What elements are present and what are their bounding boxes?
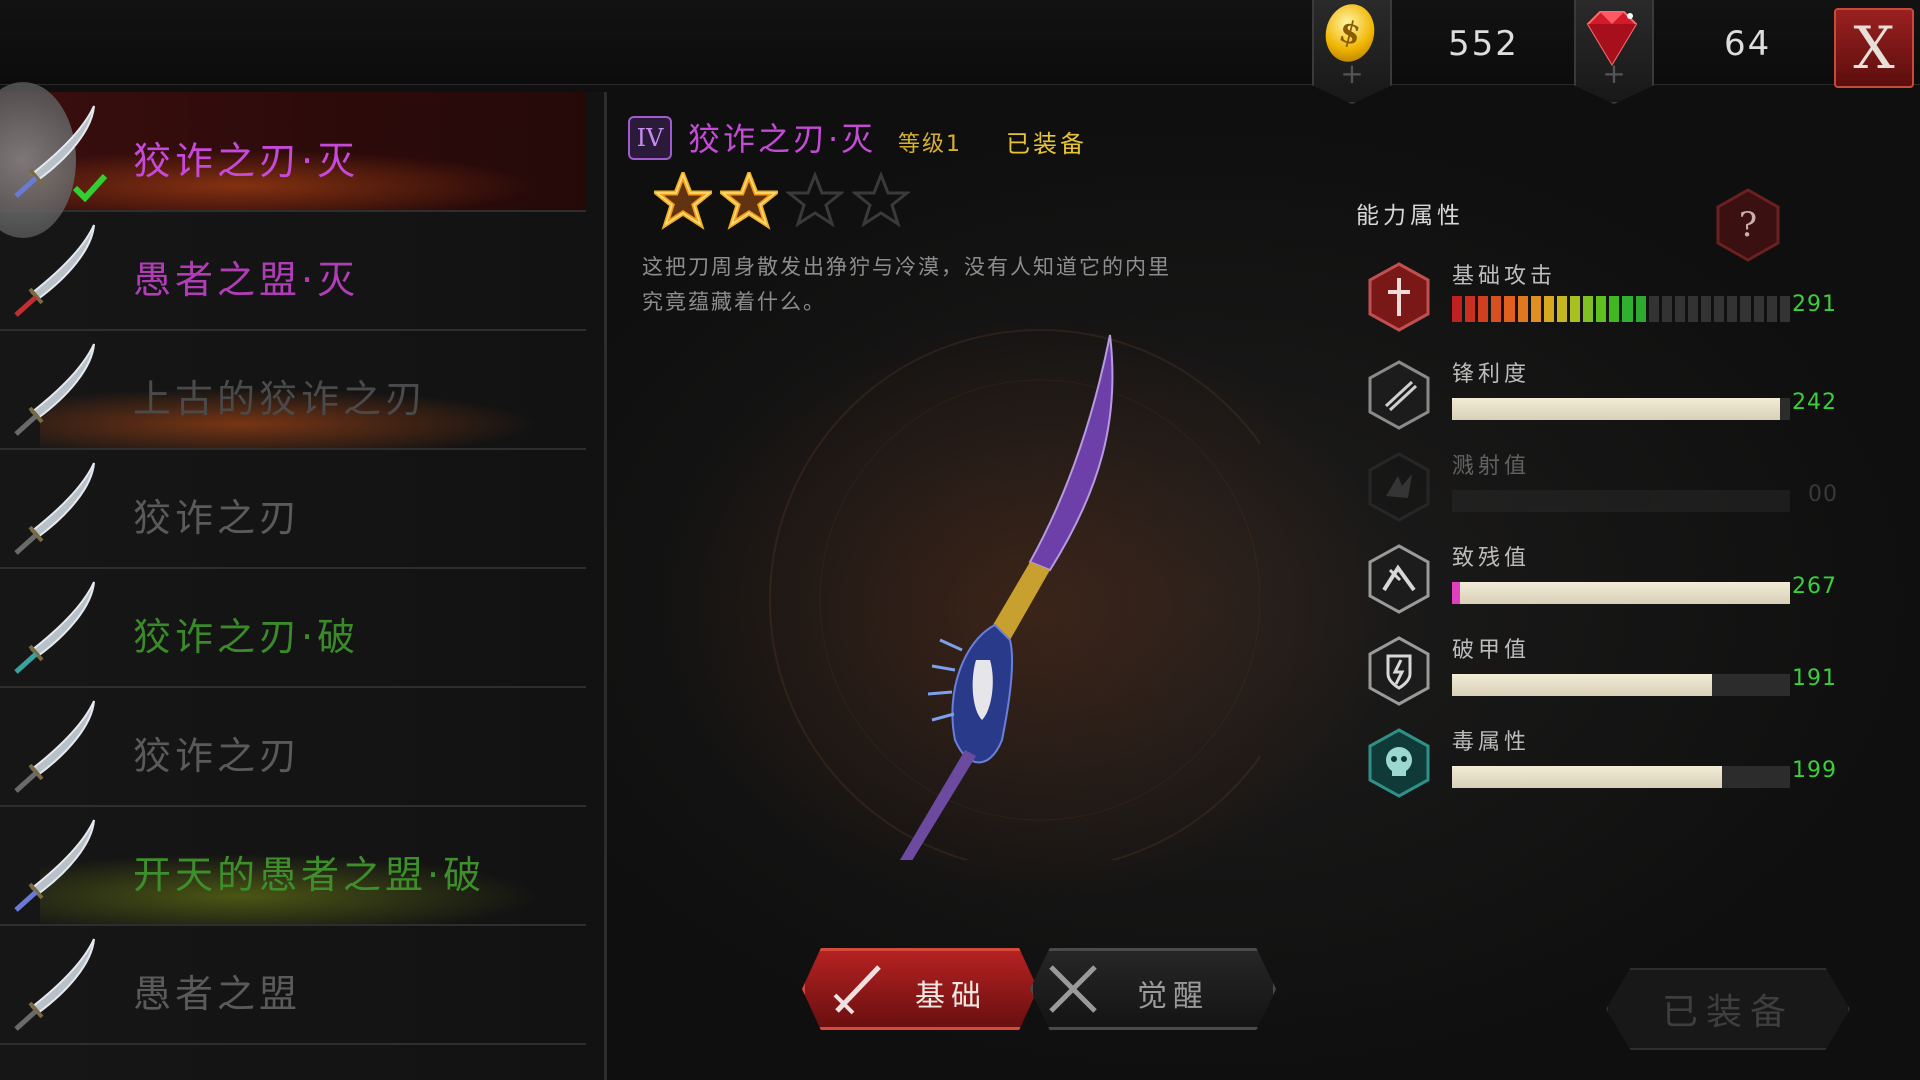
weapon-title: 狡诈之刃·灭 <box>688 120 877 158</box>
stat-row: 致残值 267 <box>1368 544 1848 624</box>
plus-icon: + <box>1340 57 1364 90</box>
weapon-name: 愚者之盟·灭 <box>133 258 360 302</box>
stat-bar <box>1452 296 1790 322</box>
stat-label: 溅射值 <box>1452 454 1531 479</box>
stat-bar <box>1452 398 1790 420</box>
stat-bar-fill <box>1452 582 1790 604</box>
weapon-name: 狡诈之刃·破 <box>133 615 360 659</box>
weapon-icon <box>8 695 108 795</box>
stat-bar-fill <box>1452 398 1780 420</box>
weapon-icon <box>8 338 108 438</box>
weapon-icon <box>8 457 108 557</box>
star-filled-icon <box>720 172 778 230</box>
weapon-icon <box>8 933 108 1033</box>
tier-badge: IV <box>628 116 672 160</box>
cripple-icon <box>1368 544 1430 614</box>
gold-amount: 552 <box>1448 24 1519 64</box>
ruby-gem-icon <box>1586 11 1638 66</box>
stat-row: 溅射值 00 <box>1368 452 1848 532</box>
stat-row: 破甲值 191 <box>1368 636 1848 716</box>
weapon-name: 狡诈之刃·灭 <box>133 139 360 183</box>
stat-bar-fill <box>1452 766 1723 788</box>
poison-icon <box>1368 728 1430 798</box>
help-symbol: ? <box>1739 205 1757 245</box>
stat-value: 291 <box>1792 292 1837 317</box>
stat-label: 基础攻击 <box>1452 264 1557 289</box>
weapon-name: 狡诈之刃 <box>133 734 302 778</box>
weapon-list-item[interactable]: 狡诈之刃·灭 <box>0 82 586 238</box>
stat-row: 基础攻击 291 <box>1368 262 1848 342</box>
crossed-swords-icon <box>1049 965 1097 1013</box>
equip-button[interactable]: 已装备 <box>1606 968 1850 1050</box>
stat-value: 242 <box>1792 390 1837 415</box>
weapon-icon <box>8 219 108 319</box>
help-icon[interactable]: ? <box>1716 188 1780 262</box>
weapon-artwork <box>769 329 1260 860</box>
stat-value: 191 <box>1792 666 1837 691</box>
weapon-list-item[interactable]: 上古的狡诈之刃 <box>0 330 586 450</box>
stat-value: 00 <box>1808 482 1838 507</box>
tab-basic-label: 基础 <box>915 979 987 1014</box>
description-line-1: 这把刀周身散发出狰狞与冷漠，没有人知道它的内里 <box>642 255 1171 279</box>
weapon-list-item[interactable]: 愚者之盟 <box>0 925 586 1045</box>
stat-label: 破甲值 <box>1452 638 1531 663</box>
equipped-status: 已装备 <box>1006 130 1087 158</box>
stat-bar <box>1452 766 1790 788</box>
weapon-list-item[interactable]: 狡诈之刃 <box>0 687 586 807</box>
stat-row: 锋利度 242 <box>1368 360 1848 440</box>
weapon-list-item[interactable]: 狡诈之刃 <box>0 449 586 569</box>
weapon-name: 上古的狡诈之刃 <box>133 377 428 421</box>
weapon-icon <box>8 576 108 676</box>
weapon-list-item[interactable]: 狡诈之刃·破 <box>0 568 586 688</box>
weapon-name: 狡诈之刃 <box>133 496 302 540</box>
star-empty-icon <box>786 172 844 228</box>
star-empty-icon <box>852 172 910 228</box>
tab-awaken-label: 觉醒 <box>1137 979 1209 1014</box>
top-bar: + $ 552 + 64 X <box>0 0 1920 104</box>
stat-bar <box>1452 582 1790 604</box>
stat-value: 199 <box>1792 758 1837 783</box>
gem-amount: 64 <box>1724 24 1772 64</box>
star-filled-icon <box>654 172 712 230</box>
stat-label: 致残值 <box>1452 546 1531 571</box>
stat-label: 毒属性 <box>1452 730 1531 755</box>
weapon-level: 等级1 <box>898 132 962 157</box>
weapon-list-item[interactable]: 愚者之盟·灭 <box>0 211 586 331</box>
close-button[interactable]: X <box>1834 8 1914 88</box>
attack-icon <box>1368 262 1430 332</box>
tab-basic[interactable]: 基础 <box>802 948 1038 1030</box>
stat-label: 锋利度 <box>1452 362 1531 387</box>
weapon-name: 开天的愚者之盟·破 <box>133 853 486 897</box>
stat-bar <box>1452 490 1790 512</box>
sharpness-icon <box>1368 360 1430 430</box>
checkmark-icon <box>72 173 108 202</box>
splash-icon <box>1368 452 1430 522</box>
sword-icon <box>833 965 881 1015</box>
stat-bar <box>1452 674 1790 696</box>
armor-break-icon <box>1368 636 1430 706</box>
stats-header: 能力属性 <box>1356 203 1464 229</box>
weapon-name: 愚者之盟 <box>133 972 302 1016</box>
stat-value: 267 <box>1792 574 1837 599</box>
weapon-icon <box>8 814 108 914</box>
stat-bar-fill <box>1452 674 1713 696</box>
stat-row: 毒属性 199 <box>1368 728 1848 808</box>
weapon-list: 狡诈之刃·灭 愚者之盟·灭 上古的狡诈之刃 狡诈之刃 狡诈之刃·破 狡诈之刃 开… <box>0 82 607 1080</box>
weapon-list-item[interactable]: 开天的愚者之盟·破 <box>0 806 586 926</box>
tab-awaken[interactable]: 觉醒 <box>1030 948 1276 1030</box>
stat-bar-marker <box>1452 582 1460 604</box>
